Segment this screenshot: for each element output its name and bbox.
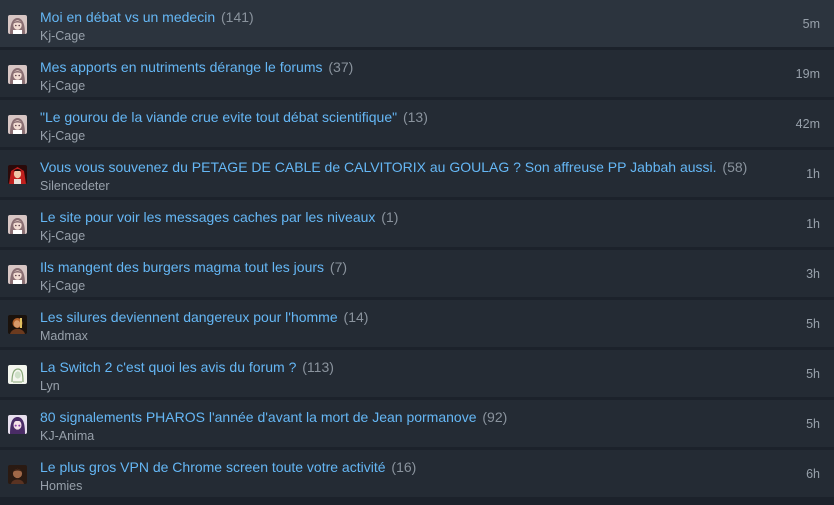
topic-title-link[interactable]: Les silures deviennent dangereux pour l'… <box>40 309 338 325</box>
reply-count: (113) <box>302 359 334 375</box>
topic-time: 19m <box>795 67 820 81</box>
red-character-avatar-icon[interactable] <box>8 165 27 184</box>
topic-author[interactable]: Kj-Cage <box>40 229 754 243</box>
topic-title-link[interactable]: 80 signalements PHAROS l'année d'avant l… <box>40 409 476 425</box>
anime-avatar-icon[interactable] <box>8 265 27 284</box>
reply-count-value: 92 <box>487 409 503 425</box>
reply-count: (7) <box>329 259 348 275</box>
reply-count: (1) <box>381 209 399 225</box>
topic-author[interactable]: Homies <box>40 479 754 493</box>
reply-count: (16) <box>391 459 417 475</box>
reply-count: (58) <box>722 159 748 175</box>
reply-count-value: 37 <box>333 59 349 75</box>
topic-row[interactable]: Vous vous souvenez du PETAGE DE CABLE de… <box>0 150 834 197</box>
topic-title-link[interactable]: Moi en débat vs un medecin <box>40 9 215 25</box>
topic-time: 5h <box>806 367 820 381</box>
topic-title-link[interactable]: Ils mangent des burgers magma tout les j… <box>40 259 324 275</box>
green-sketch-avatar-icon[interactable] <box>8 365 27 384</box>
topic-time: 6h <box>806 467 820 481</box>
topic-time: 42m <box>795 117 820 131</box>
topic-row[interactable]: Le plus gros VPN de Chrome screen toute … <box>0 450 834 497</box>
topic-title-link[interactable]: Vous vous souvenez du PETAGE DE CABLE de… <box>40 159 717 175</box>
topic-author[interactable]: Madmax <box>40 329 754 343</box>
brown-portrait-avatar-icon[interactable] <box>8 465 27 484</box>
dark-warrior-avatar-icon[interactable] <box>8 315 27 334</box>
anime-avatar-icon[interactable] <box>8 215 27 234</box>
reply-count-value: 58 <box>727 159 743 175</box>
topic-time: 5h <box>806 417 820 431</box>
topic-time: 1h <box>806 217 820 231</box>
reply-count: (92) <box>482 409 508 425</box>
reply-count-value: 14 <box>348 309 364 325</box>
topic-row[interactable]: Moi en débat vs un medecin (141) Kj-Cage… <box>0 0 834 47</box>
reply-count: (14) <box>343 309 369 325</box>
topic-list: Moi en débat vs un medecin (141) Kj-Cage… <box>0 0 834 505</box>
reply-count-value: 1 <box>385 209 394 225</box>
reply-count-value: 113 <box>306 359 330 375</box>
topic-row[interactable]: Ils mangent des burgers magma tout les j… <box>0 250 834 297</box>
reply-count-value: 16 <box>396 459 412 475</box>
topic-author[interactable]: Silencedeter <box>40 179 754 193</box>
reply-count-value: 141 <box>225 9 250 25</box>
purple-anime-avatar-icon[interactable] <box>8 415 27 434</box>
topic-row[interactable]: 80 signalements PHAROS l'année d'avant l… <box>0 400 834 447</box>
reply-count: (37) <box>328 59 354 75</box>
topic-title-link[interactable]: Le site pour voir les messages caches pa… <box>40 209 375 225</box>
topic-author[interactable]: Kj-Cage <box>40 29 754 43</box>
topic-author[interactable]: Lyn <box>40 379 754 393</box>
topic-title-link[interactable]: "Le gourou de la viande crue evite tout … <box>40 109 397 125</box>
topic-row[interactable]: Les silures deviennent dangereux pour l'… <box>0 300 834 347</box>
topic-author[interactable]: KJ-Anima <box>40 429 754 443</box>
topic-author[interactable]: Kj-Cage <box>40 279 754 293</box>
topic-title-link[interactable]: La Switch 2 c'est quoi les avis du forum… <box>40 359 296 375</box>
topic-row[interactable]: La Switch 2 c'est quoi les avis du forum… <box>0 350 834 397</box>
topic-row[interactable]: "Le gourou de la viande crue evite tout … <box>0 100 834 147</box>
topic-time: 5h <box>806 317 820 331</box>
anime-avatar-icon[interactable] <box>8 115 27 134</box>
topic-time: 1h <box>806 167 820 181</box>
reply-count-value: 7 <box>334 259 343 275</box>
anime-avatar-icon[interactable] <box>8 15 27 34</box>
topic-author[interactable]: Kj-Cage <box>40 79 754 93</box>
topic-row[interactable]: Mes apports en nutriments dérange le for… <box>0 50 834 97</box>
reply-count: (141) <box>221 9 254 25</box>
topic-row[interactable]: Le site pour voir les messages caches pa… <box>0 200 834 247</box>
reply-count: (13) <box>402 109 428 125</box>
topic-time: 5m <box>802 17 820 31</box>
topic-time: 3h <box>806 267 820 281</box>
topic-title-link[interactable]: Le plus gros VPN de Chrome screen toute … <box>40 459 386 475</box>
reply-count-value: 13 <box>407 109 424 125</box>
anime-avatar-icon[interactable] <box>8 65 27 84</box>
topic-author[interactable]: Kj-Cage <box>40 129 754 143</box>
topic-title-link[interactable]: Mes apports en nutriments dérange le for… <box>40 59 322 75</box>
